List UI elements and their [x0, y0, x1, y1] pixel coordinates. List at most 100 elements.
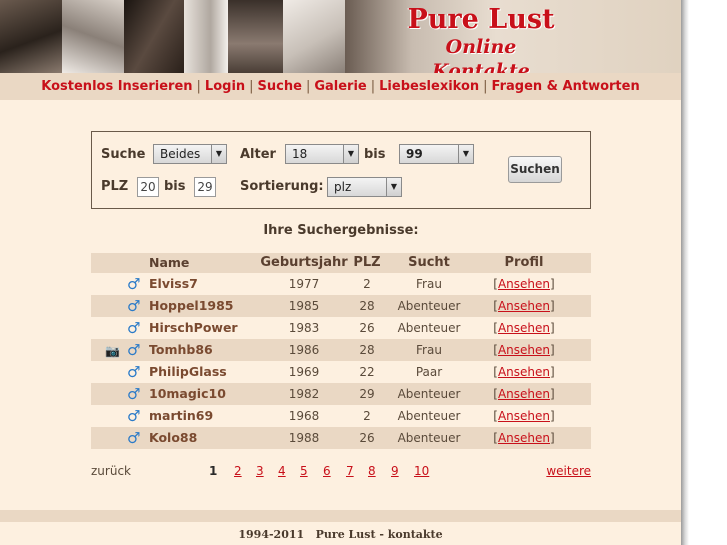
col-name: Name	[149, 255, 190, 270]
row-plz: 29	[359, 387, 375, 401]
nav-separator: |	[196, 79, 201, 94]
table-row: ♂ HirschPower 1983 26 Abenteuer [Ansehen…	[91, 317, 591, 339]
row-name[interactable]: Kolo88	[149, 427, 197, 449]
table-row: ♂ Kolo88 1988 26 Abenteuer [Ansehen]	[91, 427, 591, 449]
row-name[interactable]: Elviss7	[149, 273, 198, 295]
row-sucht: Frau	[416, 277, 442, 291]
suche-select[interactable]: Beides ▼	[153, 144, 227, 164]
row-name[interactable]: PhilipGlass	[149, 361, 227, 383]
row-sucht: Frau	[416, 343, 442, 357]
row-profil: [Ansehen]	[493, 387, 555, 401]
main-nav: Kostenlos Inserieren | Login | Suche | Galerie…	[0, 73, 681, 100]
row-name[interactable]: Hoppel1985	[149, 295, 234, 317]
sortierung-select[interactable]: plz ▼	[327, 177, 402, 197]
row-year: 1988	[288, 431, 320, 445]
banner-photo-4	[184, 0, 228, 73]
page-5[interactable]: 5	[300, 462, 308, 480]
page-1: 1	[209, 464, 218, 478]
ansehen-link[interactable]: Ansehen	[498, 365, 550, 379]
chevron-down-icon: ▼	[386, 178, 401, 196]
col-profil: Profil	[504, 255, 544, 270]
plz-bis-label: bis	[164, 179, 186, 194]
ansehen-link[interactable]: Ansehen	[498, 387, 550, 401]
alter-label: Alter	[240, 147, 276, 162]
alter-from-select[interactable]: 18 ▼	[285, 144, 359, 164]
table-row: ♂ martin69 1968 2 Abenteuer [Ansehen]	[91, 405, 591, 427]
row-sucht: Abenteuer	[397, 299, 461, 313]
row-sucht: Abenteuer	[397, 409, 461, 423]
search-button[interactable]: Suchen	[508, 156, 562, 183]
page-3[interactable]: 3	[256, 462, 264, 480]
row-plz: 28	[359, 343, 375, 357]
nav-fragen-antworten[interactable]: Fragen & Antworten	[492, 79, 640, 94]
row-profil: [Ansehen]	[493, 321, 555, 335]
nav-separator: |	[249, 79, 254, 94]
nav-separator: |	[483, 79, 488, 94]
page-8[interactable]: 8	[368, 462, 376, 480]
page-shadow	[681, 0, 689, 545]
row-plz: 22	[359, 365, 375, 379]
ansehen-link[interactable]: Ansehen	[498, 343, 550, 357]
alter-to-select[interactable]: 99 ▼	[399, 144, 474, 164]
next-link[interactable]: weitere	[546, 462, 591, 480]
page-9[interactable]: 9	[391, 462, 399, 480]
nav-suche[interactable]: Suche	[258, 79, 302, 94]
prev-link: zurück	[91, 464, 131, 478]
plz-from-input[interactable]: 20	[137, 177, 159, 197]
row-profil: [Ansehen]	[493, 409, 555, 423]
row-name[interactable]: HirschPower	[149, 317, 238, 339]
nav-liebeslexikon[interactable]: Liebeslexikon	[379, 79, 479, 94]
row-name[interactable]: martin69	[149, 405, 213, 427]
header-banner: Pure Lust Online Kontakte	[0, 0, 681, 73]
alter-to-value: 99	[406, 147, 423, 161]
page-6[interactable]: 6	[323, 462, 331, 480]
nav-kostenlos-inserieren[interactable]: Kostenlos Inserieren	[41, 79, 192, 94]
nav-separator: |	[370, 79, 376, 94]
nav-login[interactable]: Login	[205, 79, 245, 94]
row-sucht: Abenteuer	[397, 321, 461, 335]
row-year: 1969	[288, 365, 320, 379]
ansehen-link[interactable]: Ansehen	[498, 431, 550, 445]
site-logo-title: Pure Lust	[407, 4, 555, 35]
table-header: Name Geburtsjahr PLZ Sucht Profil	[91, 253, 591, 273]
footer-text: 1994-2011 Pure Lust - kontakte	[238, 528, 443, 541]
male-symbol-icon: ♂	[127, 297, 141, 315]
site-logo[interactable]: Pure Lust Online Kontakte	[396, 4, 566, 74]
row-plz: 26	[359, 431, 375, 445]
ansehen-link[interactable]: Ansehen	[498, 299, 550, 313]
row-profil: [Ansehen]	[493, 343, 555, 357]
ansehen-link[interactable]: Ansehen	[498, 409, 550, 423]
banner-photo-1	[0, 0, 62, 73]
footer-bar	[0, 510, 681, 522]
nav-galerie[interactable]: Galerie	[314, 79, 366, 94]
row-name[interactable]: Tomhb86	[149, 339, 213, 361]
suche-select-value: Beides	[160, 147, 201, 161]
page-7[interactable]: 7	[346, 462, 354, 480]
banner-photo-6	[283, 0, 345, 73]
male-symbol-icon: ♂	[127, 385, 141, 403]
male-symbol-icon: ♂	[127, 275, 141, 293]
camera-icon[interactable]: 📷	[105, 340, 120, 362]
col-geburtsjahr: Geburtsjahr	[260, 255, 348, 270]
page-4[interactable]: 4	[278, 462, 286, 480]
site-logo-subtitle: Online Kontakte	[432, 36, 530, 73]
row-profil: [Ansehen]	[493, 299, 555, 313]
ansehen-link[interactable]: Ansehen	[498, 321, 550, 335]
results-title: Ihre Suchergebnisse:	[263, 223, 419, 238]
search-form: Suche Beides ▼ Alter 18 ▼ bis 99 ▼ PLZ 2…	[91, 131, 591, 209]
row-year: 1968	[288, 409, 320, 423]
row-sucht: Paar	[415, 365, 443, 379]
page-10[interactable]: 10	[414, 462, 429, 480]
male-symbol-icon: ♂	[127, 319, 141, 337]
alter-bis-label: bis	[364, 147, 386, 162]
ansehen-link[interactable]: Ansehen	[498, 277, 550, 291]
plz-to-input[interactable]: 29	[194, 177, 216, 197]
sortierung-value: plz	[334, 180, 352, 194]
page-2[interactable]: 2	[234, 462, 242, 480]
row-year: 1986	[288, 343, 320, 357]
row-plz: 28	[359, 299, 375, 313]
row-year: 1977	[288, 277, 320, 291]
table-row: ♂ 10magic10 1982 29 Abenteuer [Ansehen]	[91, 383, 591, 405]
row-year: 1983	[288, 321, 320, 335]
row-name[interactable]: 10magic10	[149, 383, 226, 405]
